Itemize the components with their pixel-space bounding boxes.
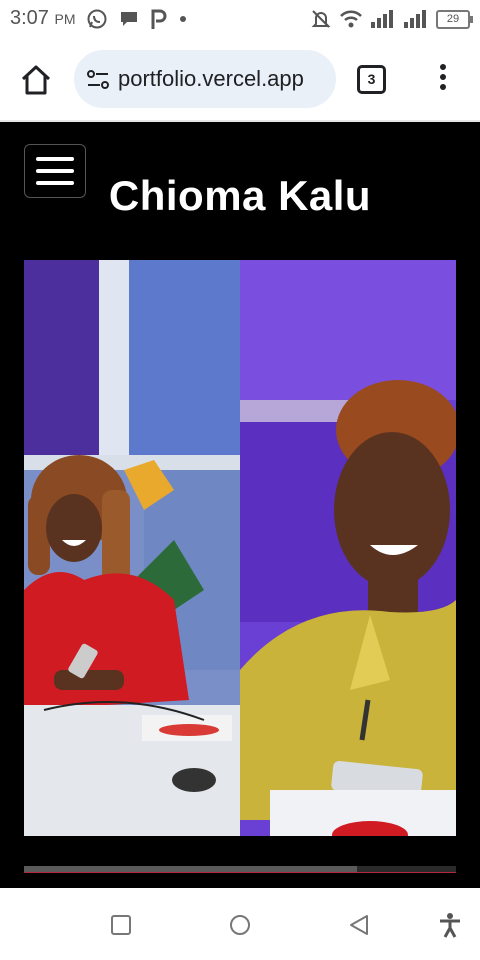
- chat-bubble-icon: [121, 12, 137, 26]
- system-navigation-bar: [0, 888, 480, 960]
- slider-accent-line: [24, 872, 456, 873]
- tab-switcher-button[interactable]: 3: [357, 65, 386, 94]
- signal-icon: [404, 10, 426, 28]
- system-icons: 29: [310, 8, 473, 30]
- portrait-photo-yellow-shirt: [240, 260, 456, 836]
- portrait-photo-red-top: [24, 260, 240, 836]
- status-bar: 3:07 PM 29: [0, 0, 480, 38]
- whatsapp-icon: [87, 9, 107, 29]
- mute-icon: [311, 10, 331, 28]
- site-title: Chioma Kalu: [108, 172, 372, 219]
- url-text: portfolio.vercel.app: [118, 66, 304, 91]
- signal-icon: [371, 10, 393, 28]
- more-options-icon[interactable]: [436, 64, 450, 94]
- web-page: Chioma Kalu: [0, 122, 480, 888]
- clock-time: 3:07: [10, 7, 49, 29]
- back-triangle-icon[interactable]: [347, 912, 373, 938]
- clock-ampm: PM: [54, 11, 76, 27]
- status-time: 3:07 PM: [10, 7, 76, 30]
- notification-icons: [86, 8, 188, 30]
- home-icon[interactable]: [18, 62, 54, 98]
- hero-image-slider[interactable]: [24, 260, 456, 836]
- accessibility-icon[interactable]: [437, 912, 463, 938]
- wifi-icon: [340, 10, 362, 28]
- browser-toolbar: portfolio.vercel.app 3: [0, 38, 480, 120]
- address-bar[interactable]: portfolio.vercel.app: [74, 50, 336, 108]
- recents-square-icon[interactable]: [108, 912, 134, 938]
- dot-icon: [180, 16, 186, 22]
- home-circle-icon[interactable]: [227, 912, 253, 938]
- p-icon: [151, 9, 167, 29]
- battery-level: 29: [446, 12, 460, 25]
- battery-icon: 29: [436, 9, 473, 29]
- site-settings-icon[interactable]: [86, 68, 110, 92]
